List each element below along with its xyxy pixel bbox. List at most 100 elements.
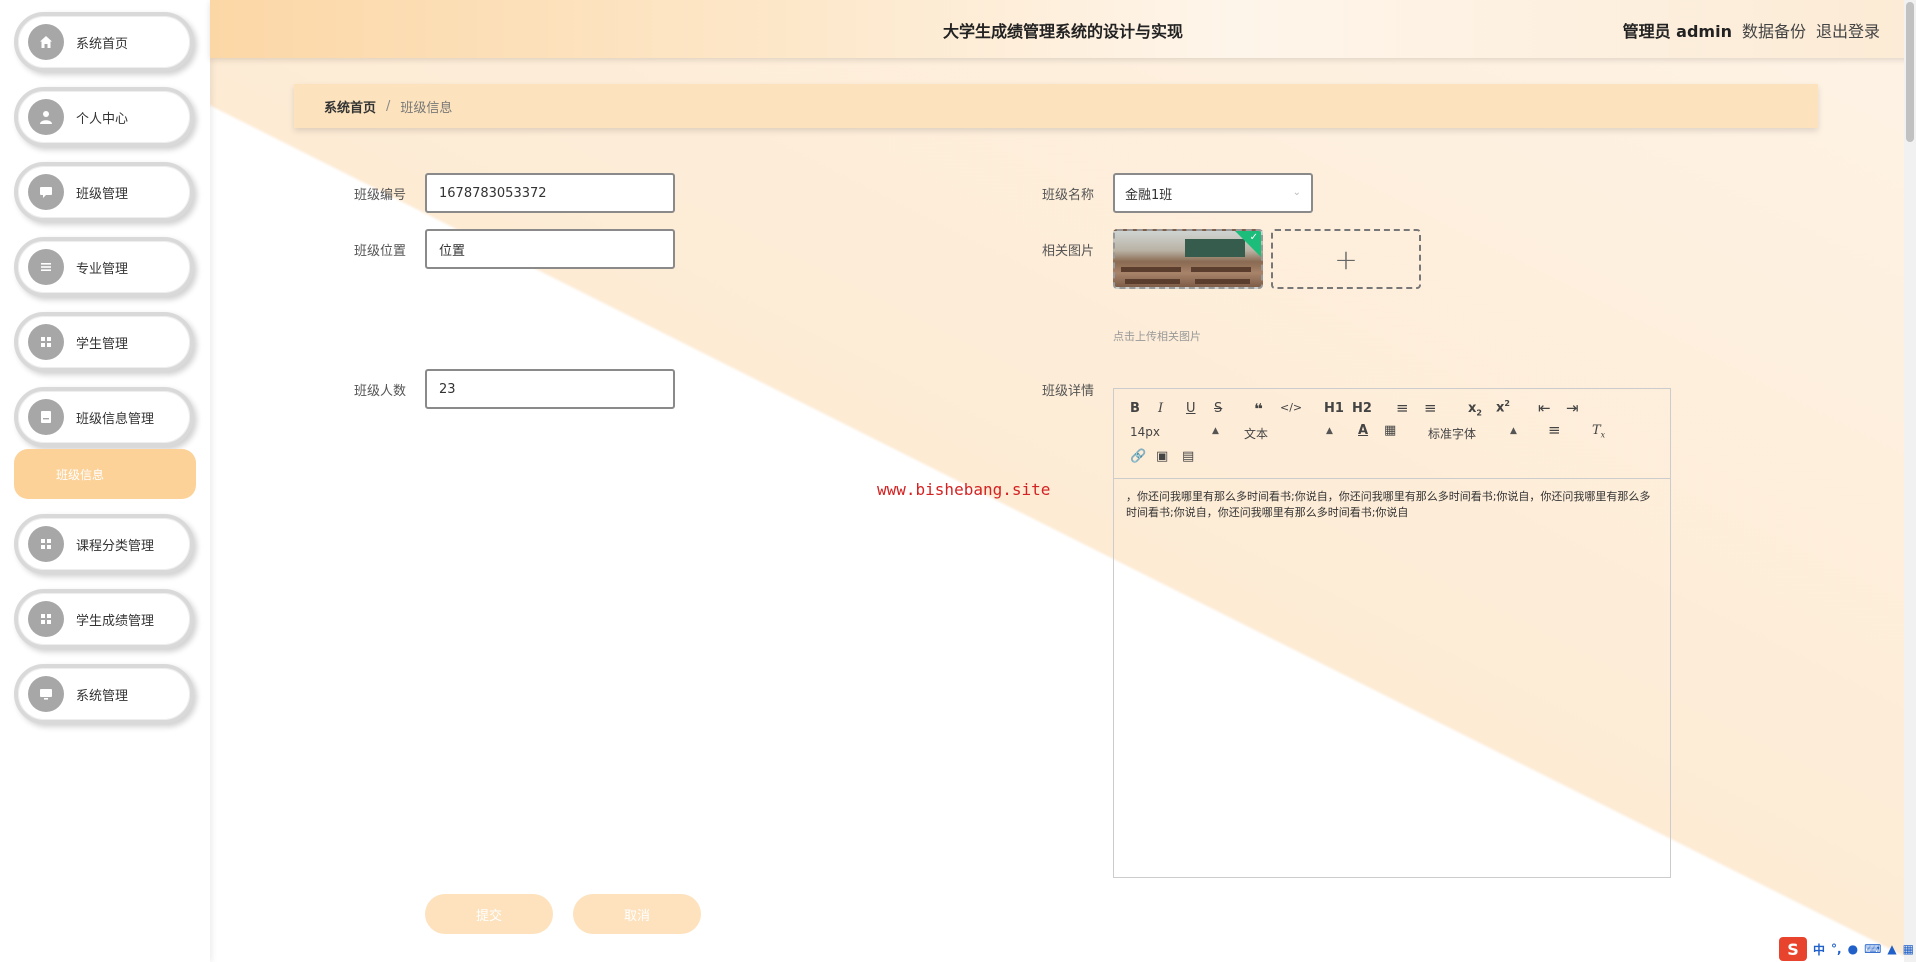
upload-image-button[interactable]: + xyxy=(1271,229,1421,289)
heading-2-icon[interactable]: H2 xyxy=(1352,401,1372,416)
italic-icon[interactable]: I xyxy=(1158,401,1163,416)
uploaded-image-thumbnail[interactable]: ✓ xyxy=(1113,229,1263,289)
bullet-list-icon[interactable]: ≡ xyxy=(1424,399,1437,417)
plus-icon: + xyxy=(1334,242,1358,276)
monitor-icon xyxy=(28,676,64,712)
user-label: 管理员 admin xyxy=(1622,22,1732,41)
class-name-select[interactable]: 金融1班 ⌄ xyxy=(1113,173,1313,213)
sidebar-item-class[interactable]: 班级管理 xyxy=(14,162,194,222)
sidebar-item-label: 班级管理 xyxy=(76,186,129,202)
home-icon xyxy=(28,24,64,60)
bold-icon[interactable]: B xyxy=(1130,401,1140,416)
sidebar-item-label: 个人中心 xyxy=(76,111,129,127)
class-name-value: 金融1班 xyxy=(1125,187,1173,203)
link-icon[interactable]: 🔗 xyxy=(1130,449,1146,464)
class-no-input[interactable] xyxy=(425,173,675,213)
video-icon[interactable]: ▤ xyxy=(1182,449,1194,464)
editor-toolbar: B I U S ❝ </> H1 H2 ≡ ≡ x2 x2 ⇤ ⇥ 14px ▲… xyxy=(1114,389,1670,479)
breadcrumb: 系统首页 / 班级信息 xyxy=(294,84,1818,128)
apps-icon[interactable]: ▦ xyxy=(1903,942,1914,956)
sidebar: 系统首页 个人中心 班级管理 专业管理 学生管理 班级信息管理 班级信息 课程分… xyxy=(0,0,210,962)
sidebar-item-student[interactable]: 学生管理 xyxy=(14,312,194,372)
blockquote-icon[interactable]: ❝ xyxy=(1254,400,1263,418)
breadcrumb-home[interactable]: 系统首页 xyxy=(324,97,376,116)
ime-toolbar: S 中 °, ● ⌨ ▲ ▦ xyxy=(1779,936,1914,962)
scrollbar[interactable] xyxy=(1904,0,1916,962)
sidebar-item-system[interactable]: 系统管理 xyxy=(14,664,194,724)
chevron-down-icon: ⌄ xyxy=(1292,187,1301,198)
ordered-list-icon[interactable]: ≡ xyxy=(1396,399,1409,417)
outdent-icon[interactable]: ⇤ xyxy=(1538,399,1551,417)
punctuation-icon[interactable]: °, xyxy=(1831,942,1842,956)
select-arrows-icon: ▲ xyxy=(1212,426,1219,436)
superscript-icon[interactable]: x2 xyxy=(1496,399,1510,415)
image-label: 相关图片 xyxy=(1041,244,1094,259)
cancel-button[interactable]: 取消 xyxy=(573,894,701,934)
background-color-icon[interactable]: ▦ xyxy=(1384,423,1396,438)
editor-content[interactable]: ，你还问我哪里有那么多时间看书;你说自，你还问我哪里有那么多时间看书;你说自，你… xyxy=(1126,489,1661,521)
align-icon[interactable]: ≡ xyxy=(1548,421,1561,439)
sidebar-item-home[interactable]: 系统首页 xyxy=(14,12,194,72)
font-family-select[interactable]: 标准字体 ▲ xyxy=(1428,425,1518,442)
sidebar-item-class-info[interactable]: 班级信息管理 xyxy=(14,387,194,447)
image-icon[interactable]: ▣ xyxy=(1156,449,1168,464)
font-color-icon[interactable]: A xyxy=(1358,423,1368,438)
sidebar-item-course-category[interactable]: 课程分类管理 xyxy=(14,514,194,574)
sidebar-item-major[interactable]: 专业管理 xyxy=(14,237,194,297)
underline-icon[interactable]: U xyxy=(1186,401,1196,416)
header-actions: 管理员 admin 数据备份 退出登录 xyxy=(1623,18,1880,42)
breadcrumb-current: 班级信息 xyxy=(400,100,453,116)
text-type-value: 文本 xyxy=(1244,427,1269,441)
detail-label: 班级详情 xyxy=(1041,384,1094,399)
indent-icon[interactable]: ⇥ xyxy=(1566,399,1579,417)
skin-icon[interactable]: ▲ xyxy=(1887,942,1896,956)
class-location-label: 班级位置 xyxy=(353,244,406,259)
list-icon xyxy=(28,249,64,285)
breadcrumb-separator: / xyxy=(386,98,391,114)
font-size-value: 14px xyxy=(1130,425,1160,439)
sidebar-item-label: 课程分类管理 xyxy=(76,538,155,554)
top-header: 大学生成绩管理系统的设计与实现 管理员 admin 数据备份 退出登录 xyxy=(210,0,1916,58)
class-count-label: 班级人数 xyxy=(353,384,406,399)
sidebar-item-grades[interactable]: 学生成绩管理 xyxy=(14,589,194,649)
check-icon: ✓ xyxy=(1249,232,1258,243)
clear-format-icon[interactable]: Tx xyxy=(1592,423,1605,440)
sidebar-item-label: 班级信息管理 xyxy=(76,411,155,427)
select-arrows-icon: ▲ xyxy=(1510,426,1517,436)
select-arrows-icon: ▲ xyxy=(1326,426,1333,436)
class-no-label: 班级编号 xyxy=(353,188,406,203)
microphone-icon[interactable]: ● xyxy=(1848,942,1858,956)
ime-logo-icon[interactable]: S xyxy=(1779,937,1808,961)
sidebar-item-label: 学生成绩管理 xyxy=(76,613,155,629)
chat-icon xyxy=(28,174,64,210)
sidebar-subitem-class-info[interactable]: 班级信息 xyxy=(14,449,196,499)
upload-hint: 点击上传相关图片 xyxy=(1113,330,1201,343)
rich-text-editor: B I U S ❝ </> H1 H2 ≡ ≡ x2 x2 ⇤ ⇥ 14px ▲… xyxy=(1113,388,1671,878)
font-family-value: 标准字体 xyxy=(1428,427,1477,441)
sidebar-item-label: 系统管理 xyxy=(76,688,129,704)
grid-icon xyxy=(28,526,64,562)
subscript-icon[interactable]: x2 xyxy=(1468,401,1482,418)
strikethrough-icon[interactable]: S xyxy=(1214,401,1222,416)
sidebar-item-label: 系统首页 xyxy=(76,36,129,52)
class-name-label: 班级名称 xyxy=(1041,188,1094,203)
submit-button[interactable]: 提交 xyxy=(425,894,553,934)
keyboard-icon[interactable]: ⌨ xyxy=(1864,942,1881,956)
class-count-input[interactable] xyxy=(425,369,675,409)
text-type-select[interactable]: 文本 ▲ xyxy=(1244,425,1334,442)
scrollbar-thumb[interactable] xyxy=(1906,2,1914,142)
class-location-input[interactable] xyxy=(425,229,675,269)
user-icon xyxy=(28,99,64,135)
document-icon xyxy=(28,399,64,435)
ime-language[interactable]: 中 xyxy=(1813,941,1825,958)
watermark-text: www.bishebang.site xyxy=(877,480,1051,499)
code-icon[interactable]: </> xyxy=(1280,401,1302,414)
sidebar-item-label: 学生管理 xyxy=(76,336,129,352)
backup-link[interactable]: 数据备份 xyxy=(1742,18,1806,42)
sidebar-item-label: 专业管理 xyxy=(76,261,129,277)
sidebar-item-profile[interactable]: 个人中心 xyxy=(14,87,194,147)
grid-icon xyxy=(28,601,64,637)
heading-1-icon[interactable]: H1 xyxy=(1324,401,1344,416)
font-size-select[interactable]: 14px ▲ xyxy=(1130,425,1220,439)
logout-link[interactable]: 退出登录 xyxy=(1816,18,1880,42)
